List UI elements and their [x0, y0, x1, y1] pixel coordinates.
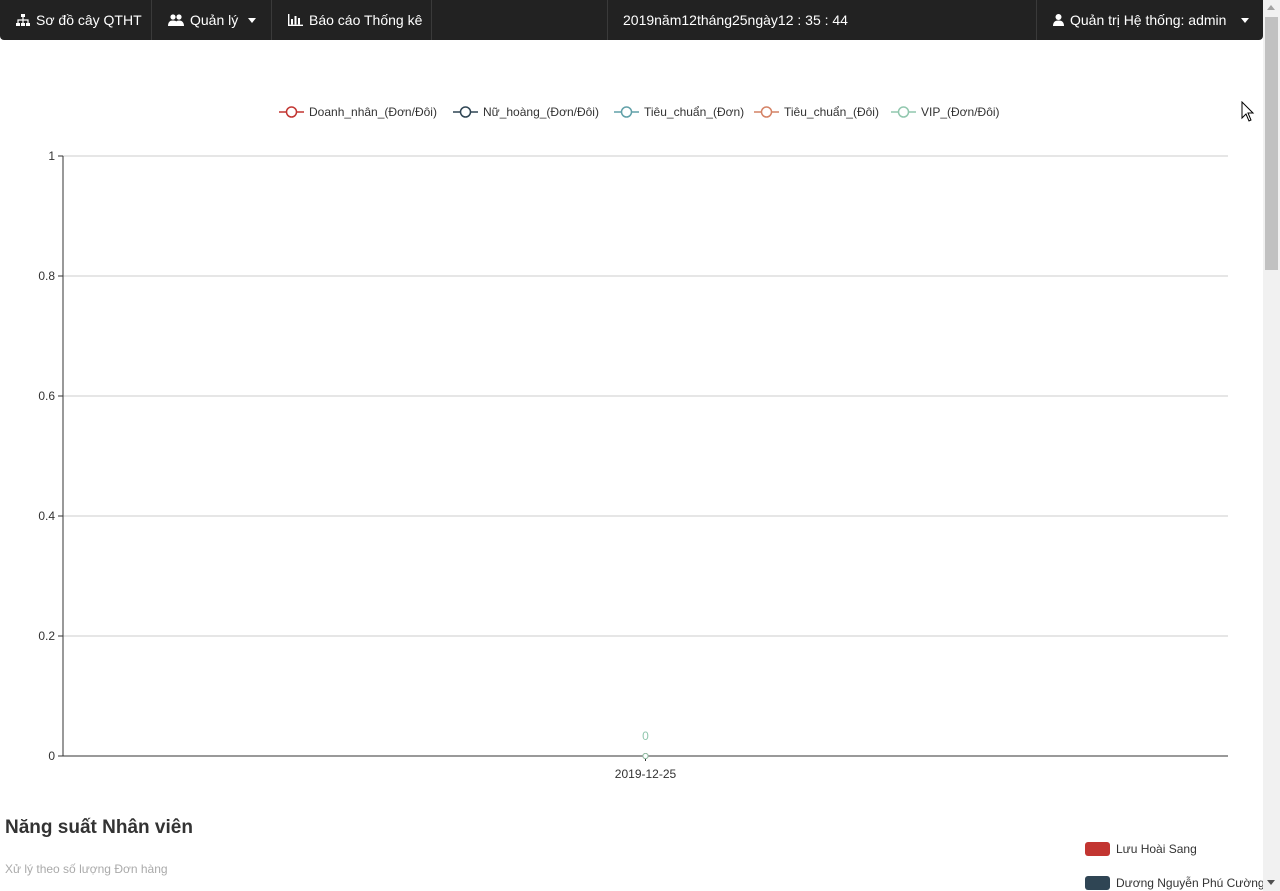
y-tick-label: 0.6 [38, 389, 55, 403]
y-tick-label: 0.4 [38, 509, 55, 523]
staff-legend-label: Lưu Hoài Sang [1116, 842, 1197, 856]
top-navbar: Sơ đồ cây QTHT Quản lý Báo cáo Thống kê … [0, 0, 1263, 40]
legend-marker [620, 106, 633, 118]
nav-manage-label: Quản lý [190, 12, 239, 28]
clock-display: 2019năm12tháng25ngày12 : 35 : 44 [607, 0, 1037, 40]
staff-legend-item[interactable]: Dương Nguyễn Phú Cường [1085, 876, 1277, 890]
legend-label: Doanh_nhân_(Đơn/Đôi) [309, 105, 437, 119]
nav-tree-link[interactable]: Sơ đồ cây QTHT [0, 0, 152, 40]
nav-user-dropdown[interactable]: Quản trị Hệ thống: admin [1037, 0, 1263, 40]
data-point [642, 753, 649, 759]
user-icon [1053, 14, 1064, 26]
x-tick-label: 2019-12-25 [615, 767, 677, 781]
y-tick-label: 1 [48, 149, 55, 163]
sitemap-icon [16, 14, 30, 26]
data-label: 0 [642, 729, 649, 743]
scroll-up-icon[interactable] [1267, 5, 1275, 10]
scroll-down-icon[interactable] [1267, 880, 1275, 885]
legend-label: Tiêu_chuẩn_(Đơn) [644, 105, 744, 119]
staff-legend-item[interactable]: Lưu Hoài Sang [1085, 842, 1197, 856]
nav-report-link[interactable]: Báo cáo Thống kê [272, 0, 432, 40]
scrollbar-thumb[interactable] [1265, 17, 1278, 270]
users-icon [168, 14, 184, 26]
nav-report-label: Báo cáo Thống kê [309, 12, 423, 28]
nav-user-label: Quản trị Hệ thống: admin [1070, 12, 1227, 28]
legend-marker [760, 106, 773, 118]
legend-label: VIP_(Đơn/Đôi) [921, 105, 1000, 119]
mouse-cursor-icon [1241, 101, 1255, 122]
productivity-subtitle: Xử lý theo số lượng Đơn hàng [5, 862, 168, 876]
chevron-down-icon [248, 17, 257, 23]
legend-label: Nữ_hoàng_(Đơn/Đôi) [483, 105, 599, 119]
legend-swatch [1085, 842, 1110, 856]
legend-swatch [1085, 876, 1110, 890]
nav-tree-label: Sơ đồ cây QTHT [36, 12, 142, 28]
legend-marker [459, 106, 472, 118]
order-line-chart: 0 0.2 0.4 0.6 0.8 1 2019-12-25 0 Doanh_nhân_(Đơn… [38, 105, 1228, 781]
y-tick-label: 0.2 [38, 629, 55, 643]
vertical-scrollbar[interactable] [1263, 0, 1280, 891]
legend-marker [897, 106, 910, 118]
staff-legend-label: Dương Nguyễn Phú Cường [1116, 876, 1265, 890]
y-tick-label: 0 [48, 749, 55, 763]
legend-label: Tiêu_chuẩn_(Đôi) [784, 105, 879, 119]
productivity-title: Năng suất Nhân viên [5, 817, 193, 838]
bar-chart-icon [288, 14, 303, 26]
nav-manage-dropdown[interactable]: Quản lý [152, 0, 272, 40]
y-tick-label: 0.8 [38, 269, 55, 283]
chevron-down-icon [1241, 17, 1250, 23]
legend-marker [285, 106, 298, 118]
